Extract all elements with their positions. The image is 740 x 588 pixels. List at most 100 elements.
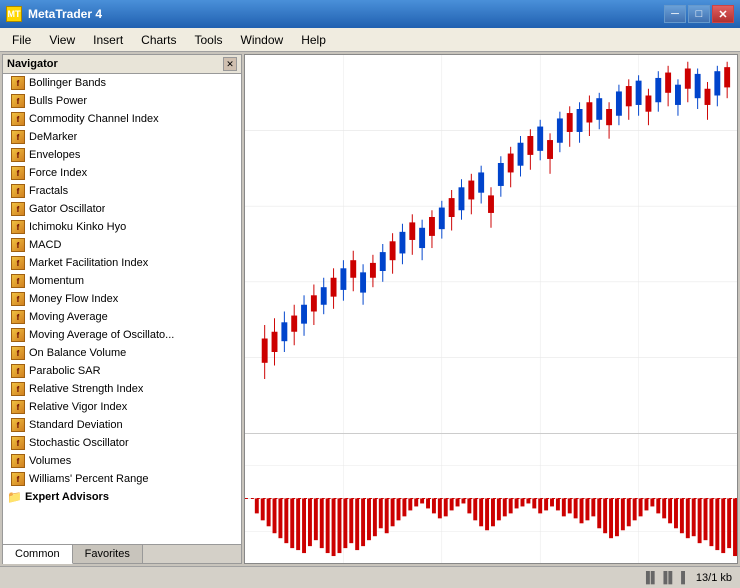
indicator-icon: f [11,382,25,396]
nav-item-label: Moving Average of Oscillato... [29,329,174,341]
indicator-icon: f [11,238,25,252]
app-title: MetaTrader 4 [28,7,664,21]
indicator-icon: f [11,148,25,162]
navigator-panel: Navigator ✕ f Bollinger Bands f Bulls Po… [2,54,242,564]
indicator-icon: f [11,166,25,180]
nav-item-fractals[interactable]: f Fractals [3,182,241,200]
indicator-icon: f [11,76,25,90]
nav-item-label: Williams' Percent Range [29,473,148,485]
nav-item-label: Bollinger Bands [29,77,106,89]
tab-favorites[interactable]: Favorites [73,545,143,563]
navigator-list[interactable]: f Bollinger Bands f Bulls Power f Commod… [3,74,241,544]
close-button[interactable]: ✕ [712,5,734,23]
nav-item-label: Volumes [29,455,71,467]
indicator-icon: f [11,310,25,324]
menu-tools[interactable]: Tools [187,31,231,49]
indicator-icon: f [11,130,25,144]
nav-item-macd[interactable]: f MACD [3,236,241,254]
nav-item-wpr[interactable]: f Williams' Percent Range [3,470,241,488]
nav-item-stddev[interactable]: f Standard Deviation [3,416,241,434]
nav-item-label: Force Index [29,167,87,179]
nav-item-momentum[interactable]: f Momentum [3,272,241,290]
nav-item-bollinger[interactable]: f Bollinger Bands [3,74,241,92]
minimize-button[interactable]: ─ [664,5,686,23]
indicator-icon: f [11,328,25,342]
nav-item-label: Moving Average [29,311,108,323]
app-icon: MT [6,6,22,22]
indicator-icon: f [11,112,25,126]
nav-item-label: Stochastic Oscillator [29,437,129,449]
navigator-title: Navigator [7,58,58,70]
nav-item-label: Parabolic SAR [29,365,101,377]
sub-chart[interactable] [245,433,737,563]
menu-file[interactable]: File [4,31,39,49]
tab-common[interactable]: Common [3,545,73,564]
status-bar: ▐▌▐▌▐ 13/1 kb [0,566,740,588]
nav-item-label: Fractals [29,185,68,197]
nav-item-label: Momentum [29,275,84,287]
nav-item-rvi[interactable]: f Relative Vigor Index [3,398,241,416]
indicator-icon: f [11,364,25,378]
menu-insert[interactable]: Insert [85,31,131,49]
title-bar: MT MetaTrader 4 ─ □ ✕ [0,0,740,28]
nav-item-label: Gator Oscillator [29,203,105,215]
indicator-icon: f [11,346,25,360]
navigator-tabs: Common Favorites [3,544,241,563]
main-chart[interactable] [245,55,737,433]
nav-item-gator[interactable]: f Gator Oscillator [3,200,241,218]
nav-item-moneyflow[interactable]: f Money Flow Index [3,290,241,308]
nav-item-label: Envelopes [29,149,80,161]
nav-item-label: DeMarker [29,131,77,143]
nav-item-label: Market Facilitation Index [29,257,148,269]
indicator-icon: f [11,202,25,216]
restore-button[interactable]: □ [688,5,710,23]
nav-item-ma[interactable]: f Moving Average [3,308,241,326]
nav-item-ichimoku[interactable]: f Ichimoku Kinko Hyo [3,218,241,236]
menu-charts[interactable]: Charts [133,31,184,49]
candlestick-chart [245,55,737,433]
indicator-icon: f [11,274,25,288]
nav-item-obv[interactable]: f On Balance Volume [3,344,241,362]
expert-advisors-label: Expert Advisors [25,491,109,503]
indicator-icon: f [11,400,25,414]
indicator-icon: f [11,454,25,468]
nav-item-parabolic[interactable]: f Parabolic SAR [3,362,241,380]
indicator-icon: f [11,256,25,270]
nav-item-cci[interactable]: f Commodity Channel Index [3,110,241,128]
indicator-icon: f [11,220,25,234]
menu-help[interactable]: Help [293,31,334,49]
nav-item-envelopes[interactable]: f Envelopes [3,146,241,164]
folder-icon: 📁 [7,490,21,504]
indicator-icon: f [11,94,25,108]
nav-item-label: Relative Vigor Index [29,401,127,413]
indicator-icon: f [11,472,25,486]
main-content: Navigator ✕ f Bollinger Bands f Bulls Po… [0,52,740,566]
nav-item-maoscillator[interactable]: f Moving Average of Oscillato... [3,326,241,344]
nav-item-force[interactable]: f Force Index [3,164,241,182]
nav-item-stochastic[interactable]: f Stochastic Oscillator [3,434,241,452]
nav-item-label: Standard Deviation [29,419,123,431]
nav-item-demarker[interactable]: f DeMarker [3,128,241,146]
navigator-header: Navigator ✕ [3,55,241,74]
menu-view[interactable]: View [41,31,83,49]
nav-item-rsi[interactable]: f Relative Strength Index [3,380,241,398]
status-info: 13/1 kb [696,572,732,584]
nav-item-label: Bulls Power [29,95,87,107]
menu-window[interactable]: Window [233,31,292,49]
indicator-icon: f [11,184,25,198]
nav-item-bulls[interactable]: f Bulls Power [3,92,241,110]
title-bar-buttons: ─ □ ✕ [664,5,734,23]
nav-item-volumes[interactable]: f Volumes [3,452,241,470]
histogram-chart [245,434,737,563]
nav-item-label: Commodity Channel Index [29,113,159,125]
nav-item-mfi[interactable]: f Market Facilitation Index [3,254,241,272]
menu-bar: File View Insert Charts Tools Window Hel… [0,28,740,52]
indicator-icon: f [11,436,25,450]
expert-advisors-section[interactable]: 📁 Expert Advisors [3,488,241,506]
navigator-close-button[interactable]: ✕ [223,57,237,71]
nav-item-label: MACD [29,239,61,251]
indicator-icon: f [11,292,25,306]
chart-area [244,54,738,564]
nav-item-label: Money Flow Index [29,293,118,305]
nav-item-label: Ichimoku Kinko Hyo [29,221,126,233]
